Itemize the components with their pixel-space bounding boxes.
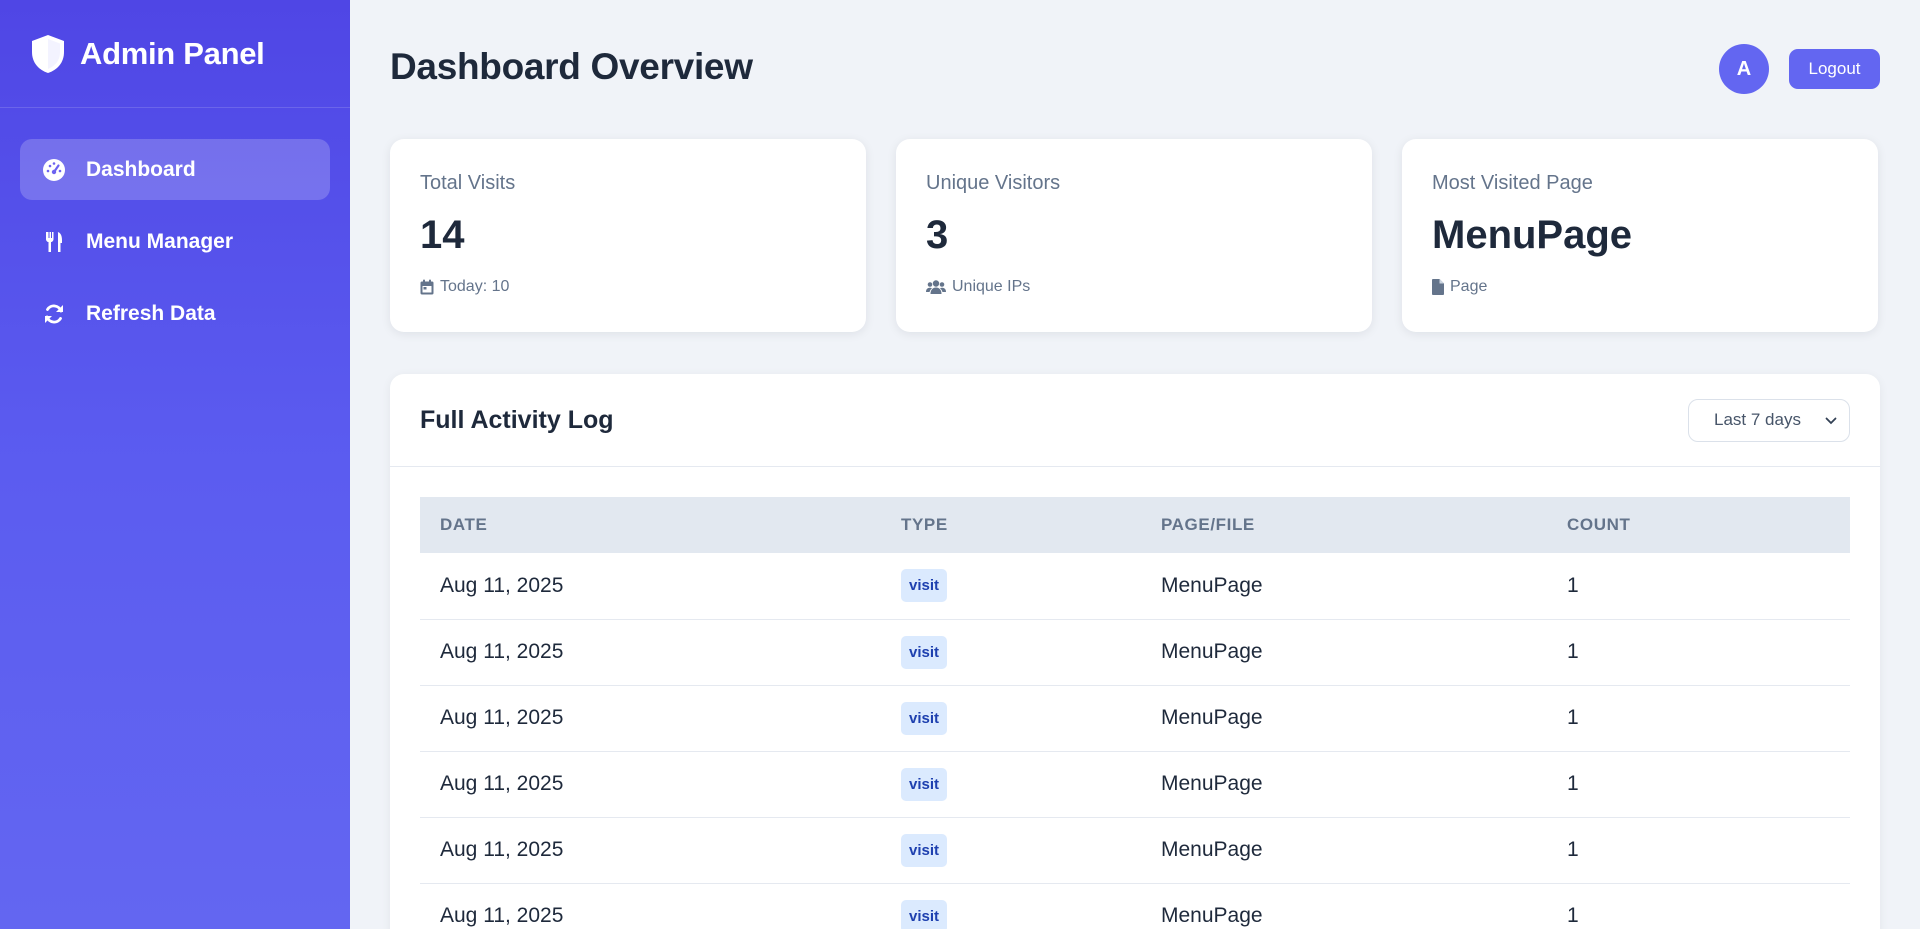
utensils-icon (42, 230, 66, 254)
sidebar-item-label: Refresh Data (86, 301, 216, 325)
sidebar: Admin Panel Dashboard Menu Manager Refre… (0, 0, 350, 929)
cell-date: Aug 11, 2025 (420, 751, 881, 818)
cell-count: 1 (1547, 619, 1850, 686)
column-header-type[interactable]: TYPE (881, 497, 1141, 553)
stats-cards: Total Visits 14 Today: 10 Unique Visitor… (390, 139, 1878, 332)
activity-log-panel: Full Activity Log Last 7 days DATE TYPE … (390, 374, 1880, 929)
column-header-count[interactable]: COUNT (1547, 497, 1850, 553)
stat-sub-text: Unique IPs (952, 278, 1031, 295)
sidebar-item-label: Menu Manager (86, 229, 234, 253)
cell-page: MenuPage (1141, 553, 1547, 620)
stat-card-unique-visitors: Unique Visitors 3 Unique IPs (896, 139, 1372, 332)
refresh-icon (42, 302, 66, 326)
table-row: Aug 11, 2025 visit MenuPage 1 (420, 685, 1850, 752)
table-row: Aug 11, 2025 visit MenuPage 1 (420, 883, 1850, 929)
logout-button[interactable]: Logout (1789, 49, 1880, 89)
cell-type: visit (881, 553, 1141, 620)
cell-page: MenuPage (1141, 751, 1547, 818)
type-badge: visit (901, 701, 948, 735)
avatar[interactable]: A (1719, 44, 1769, 94)
stat-sub-text: Today: 10 (440, 278, 510, 295)
calendar-icon (420, 279, 434, 295)
activity-table: DATE TYPE PAGE/FILE COUNT Aug 11, 2025 v… (420, 497, 1850, 929)
cell-count: 1 (1547, 883, 1850, 929)
cell-page: MenuPage (1141, 685, 1547, 752)
stat-value: 14 (420, 213, 465, 257)
sidebar-item-label: Dashboard (86, 157, 196, 181)
cell-date: Aug 11, 2025 (420, 883, 881, 929)
cell-type: visit (881, 751, 1141, 818)
stat-sub: Unique IPs (926, 278, 1342, 296)
main-content: Dashboard Overview A Logout Total Visits… (350, 0, 1920, 929)
type-badge: visit (901, 569, 948, 603)
shield-icon (30, 34, 66, 74)
date-range-select[interactable]: Last 7 days (1688, 398, 1850, 442)
cell-count: 1 (1547, 685, 1850, 752)
table-row: Aug 11, 2025 visit MenuPage 1 (420, 553, 1850, 620)
brand: Admin Panel (0, 0, 350, 108)
stat-value: MenuPage (1432, 213, 1633, 257)
type-badge: visit (901, 635, 948, 669)
activity-log-title: Full Activity Log (420, 405, 614, 434)
table-header-row: DATE TYPE PAGE/FILE COUNT (420, 497, 1850, 553)
cell-count: 1 (1547, 817, 1850, 884)
type-badge: visit (901, 767, 948, 801)
cell-date: Aug 11, 2025 (420, 685, 881, 752)
cell-date: Aug 11, 2025 (420, 619, 881, 686)
chevron-down-icon (1825, 410, 1837, 430)
activity-table-wrap: DATE TYPE PAGE/FILE COUNT Aug 11, 2025 v… (390, 467, 1880, 929)
table-row: Aug 11, 2025 visit MenuPage 1 (420, 751, 1850, 818)
brand-title: Admin Panel (80, 35, 265, 71)
sidebar-item-menu-manager[interactable]: Menu Manager (20, 211, 330, 272)
users-icon (926, 279, 946, 295)
cell-type: visit (881, 685, 1141, 752)
column-header-page[interactable]: PAGE/FILE (1141, 497, 1547, 553)
stat-sub: Page (1432, 278, 1848, 296)
activity-log-header: Full Activity Log Last 7 days (390, 374, 1880, 467)
cell-date: Aug 11, 2025 (420, 553, 881, 620)
gauge-icon (42, 158, 66, 182)
stat-card-total-visits: Total Visits 14 Today: 10 (390, 139, 866, 332)
cell-type: visit (881, 817, 1141, 884)
stat-sub: Today: 10 (420, 278, 836, 296)
cell-type: visit (881, 883, 1141, 929)
type-badge: visit (901, 833, 948, 867)
table-row: Aug 11, 2025 visit MenuPage 1 (420, 817, 1850, 884)
table-row: Aug 11, 2025 visit MenuPage 1 (420, 619, 1850, 686)
sidebar-item-dashboard[interactable]: Dashboard (20, 139, 330, 200)
sidebar-nav: Dashboard Menu Manager Refresh Data (0, 108, 350, 344)
type-badge: visit (901, 899, 948, 929)
stat-label: Most Visited Page (1432, 172, 1593, 194)
sidebar-item-refresh-data[interactable]: Refresh Data (20, 283, 330, 344)
cell-page: MenuPage (1141, 619, 1547, 686)
page-title: Dashboard Overview (390, 46, 753, 87)
stat-card-most-visited-page: Most Visited Page MenuPage Page (1402, 139, 1878, 332)
date-range-value: Last 7 days (1714, 410, 1801, 429)
stat-sub-text: Page (1450, 278, 1488, 295)
stat-label: Unique Visitors (926, 172, 1061, 194)
cell-type: visit (881, 619, 1141, 686)
cell-page: MenuPage (1141, 817, 1547, 884)
stat-label: Total Visits (420, 172, 516, 194)
cell-count: 1 (1547, 751, 1850, 818)
file-icon (1432, 279, 1444, 295)
cell-date: Aug 11, 2025 (420, 817, 881, 884)
column-header-date[interactable]: DATE (420, 497, 881, 553)
stat-value: 3 (926, 213, 949, 257)
cell-count: 1 (1547, 553, 1850, 620)
cell-page: MenuPage (1141, 883, 1547, 929)
